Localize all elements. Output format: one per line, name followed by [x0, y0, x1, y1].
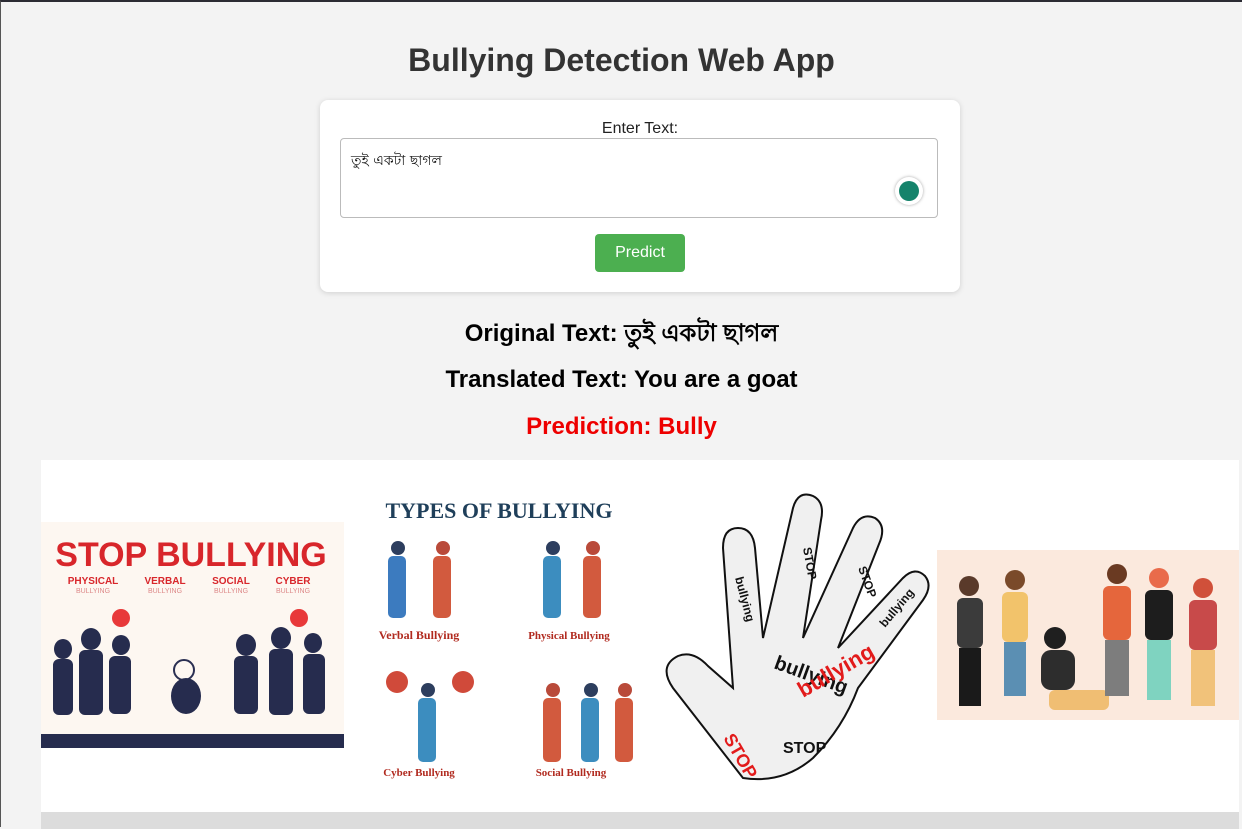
sub-4: BULLYING: [276, 588, 310, 595]
gallery-scrollbar-area: [41, 812, 1239, 829]
types-of-bullying-image: TYPES OF BULLYING Verbal Bullying Physic…: [353, 490, 653, 790]
label-verbal: Verbal Bullying: [379, 628, 460, 642]
label-physical: Physical Bullying: [528, 630, 610, 642]
image-gallery: STOP BULLYING PHYSICAL VERBAL SOCIAL CYB…: [41, 460, 1239, 812]
label-cyber: Cyber Bullying: [383, 767, 455, 779]
sub-1: BULLYING: [76, 588, 110, 595]
group-bullying-illustration: [937, 550, 1239, 720]
stop-bullying-heading: STOP BULLYING: [55, 536, 326, 574]
cat-verbal: VERBAL: [144, 576, 185, 587]
types-heading: TYPES OF BULLYING: [386, 498, 613, 523]
stop-bullying-image: STOP BULLYING PHYSICAL VERBAL SOCIAL CYB…: [41, 522, 344, 748]
cat-social: SOCIAL: [212, 576, 250, 587]
text-input[interactable]: তুই একটা ছাগল: [340, 138, 938, 218]
text-input-label: Enter Text:: [601, 120, 679, 137]
hand-word-4: STOP: [783, 740, 827, 757]
prediction-result: Prediction: Bully: [526, 413, 717, 440]
original-text: Original Text: তুই একটা ছাগল: [464, 320, 779, 347]
grammarly-icon[interactable]: [895, 177, 923, 205]
predict-button[interactable]: Predict: [595, 234, 685, 272]
sub-3: BULLYING: [214, 588, 248, 595]
sub-2: BULLYING: [148, 588, 182, 595]
translated-text: Translated Text: You are a goat: [445, 366, 798, 393]
cat-cyber: CYBER: [275, 576, 311, 587]
cat-physical: PHYSICAL: [68, 576, 119, 587]
page-title: Bullying Detection Web App: [408, 42, 835, 78]
stop-hand-wordcloud-image: bullying bullying STOP STOP bullying STO…: [653, 488, 939, 784]
label-social: Social Bullying: [536, 767, 607, 779]
input-card: Enter Text: তুই একটা ছাগল Predict: [320, 100, 960, 292]
